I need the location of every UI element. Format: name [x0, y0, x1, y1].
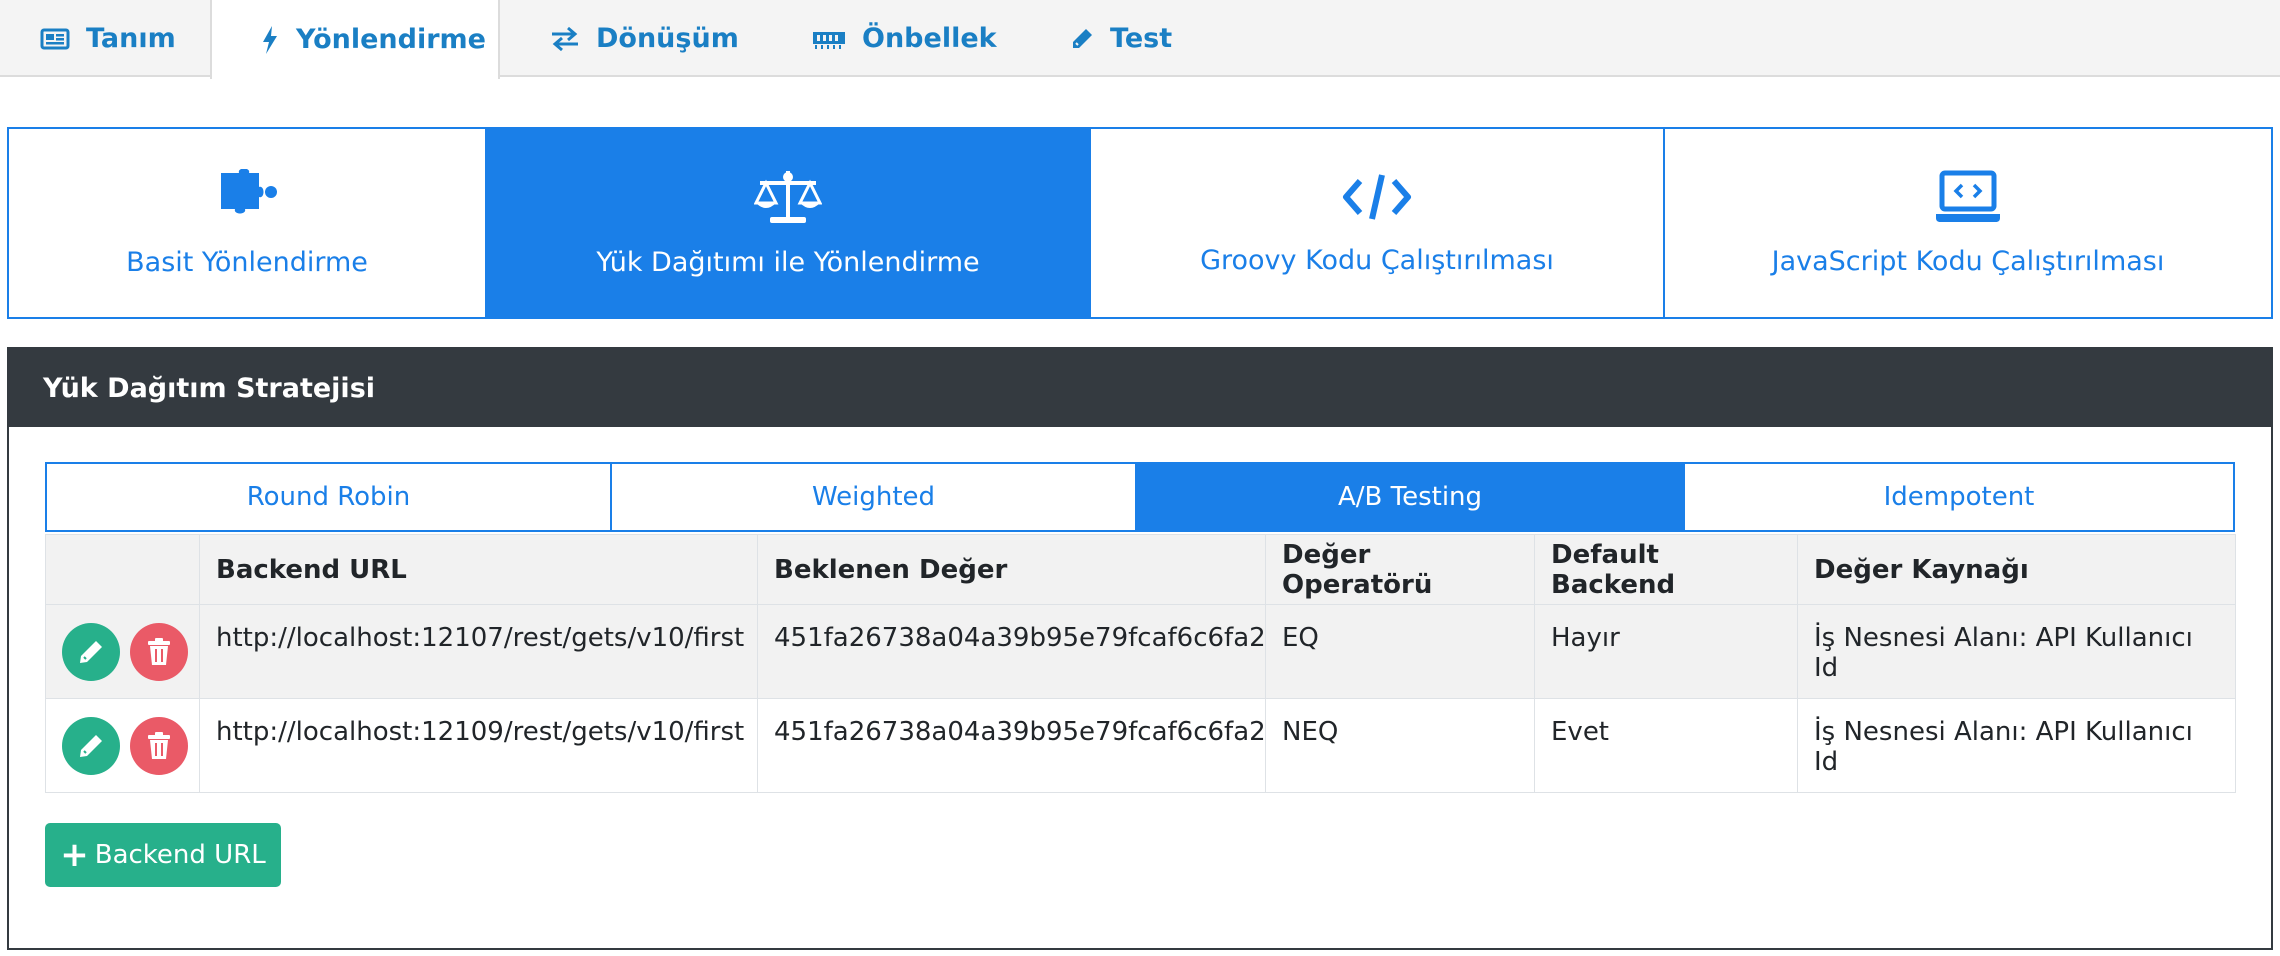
- plus-icon: +: [60, 835, 89, 875]
- balance-scale-icon: [754, 170, 822, 223]
- method-label: Yük Dağıtımı ile Yönlendirme: [596, 246, 980, 278]
- table-header-row: Backend URL Beklenen Değer Değer Operatö…: [45, 534, 2236, 605]
- column-header-actions: [45, 534, 200, 605]
- routing-method-selector: Basit Yönlendirme Yük Dağıtımı ile Yönle…: [7, 127, 2273, 319]
- tab-label: Yönlendirme: [296, 24, 486, 55]
- method-javascript-code[interactable]: JavaScript Kodu Çalıştırılması: [1665, 129, 2271, 317]
- column-header-value-source: Değer Kaynağı: [1797, 534, 2236, 605]
- column-header-default-backend: Default Backend: [1534, 534, 1798, 605]
- cell-default-backend: Evet: [1534, 698, 1798, 793]
- table-row: http://localhost:12109/rest/gets/v10/fir…: [45, 698, 2236, 793]
- row-actions: [45, 698, 200, 793]
- method-label: Groovy Kodu Çalıştırılması: [1200, 244, 1554, 276]
- laptop-code-icon: [1936, 170, 2000, 222]
- edit-button[interactable]: [62, 716, 120, 775]
- cell-expected-value: 451fa26738a04a39b95e79fcaf6c6fa2: [757, 698, 1266, 793]
- delete-button[interactable]: [130, 716, 189, 775]
- tab-label: Test: [1110, 23, 1173, 54]
- tab-label: Önbellek: [862, 23, 997, 54]
- tab-donusum[interactable]: Dönüşüm: [550, 0, 739, 77]
- top-tab-bar: Tanım Yönlendirme Dönüşüm Önbellek Test: [0, 0, 2280, 79]
- cell-operator: NEQ: [1265, 698, 1535, 793]
- bolt-icon: [263, 25, 277, 54]
- method-load-balanced-routing[interactable]: Yük Dağıtımı ile Yönlendirme: [487, 129, 1091, 317]
- column-header-operator: Değer Operatörü: [1265, 534, 1535, 605]
- method-label: Basit Yönlendirme: [126, 246, 368, 278]
- strategy-tab-round-robin[interactable]: Round Robin: [47, 464, 612, 530]
- method-groovy-code[interactable]: Groovy Kodu Çalıştırılması: [1091, 129, 1665, 317]
- delete-button[interactable]: [130, 622, 189, 681]
- backend-url-table: Backend URL Beklenen Değer Değer Operatö…: [45, 534, 2236, 793]
- pencil-icon: [1073, 28, 1092, 48]
- newspaper-icon: [40, 28, 70, 49]
- edit-button[interactable]: [62, 622, 120, 681]
- cell-default-backend: Hayır: [1534, 604, 1798, 699]
- code-icon: [1343, 173, 1411, 220]
- strategy-tab-weighted[interactable]: Weighted: [612, 464, 1137, 530]
- trash-icon: [148, 731, 171, 759]
- method-simple-routing[interactable]: Basit Yönlendirme: [9, 129, 487, 317]
- load-balancing-panel: Yük Dağıtım Stratejisi Round Robin Weigh…: [7, 347, 2273, 950]
- column-header-expected-value: Beklenen Değer: [757, 534, 1266, 605]
- tab-label: Tanım: [86, 23, 176, 54]
- cell-backend-url: http://localhost:12107/rest/gets/v10/fir…: [199, 604, 758, 699]
- table-row: http://localhost:12107/rest/gets/v10/fir…: [45, 604, 2236, 699]
- tab-test[interactable]: Test: [1070, 0, 1172, 77]
- pencil-icon: [80, 734, 102, 757]
- pencil-icon: [80, 640, 102, 663]
- strategy-tab-ab-testing[interactable]: A/B Testing: [1137, 464, 1685, 530]
- cell-value-source: İş Nesnesi Alanı: API Kullanıcı Id: [1797, 698, 2236, 793]
- tab-onbellek[interactable]: Önbellek: [812, 0, 997, 77]
- tab-yonlendirme[interactable]: Yönlendirme: [210, 0, 500, 79]
- panel-title: Yük Dağıtım Stratejisi: [9, 349, 2271, 427]
- exchange-icon: [552, 26, 578, 51]
- add-button-label: Backend URL: [94, 840, 266, 870]
- memory-icon: [813, 31, 845, 49]
- tab-label: Dönüşüm: [596, 23, 739, 54]
- column-header-backend-url: Backend URL: [199, 534, 758, 605]
- strategy-tab-idempotent[interactable]: Idempotent: [1685, 464, 2233, 530]
- cell-value-source: İş Nesnesi Alanı: API Kullanıcı Id: [1797, 604, 2236, 699]
- puzzle-icon: [221, 168, 277, 213]
- add-backend-url-button[interactable]: + Backend URL: [45, 823, 281, 887]
- trash-icon: [148, 637, 171, 665]
- cell-expected-value: 451fa26738a04a39b95e79fcaf6c6fa2: [757, 604, 1266, 699]
- strategy-tab-bar: Round Robin Weighted A/B Testing Idempot…: [45, 462, 2235, 532]
- tab-tanim[interactable]: Tanım: [40, 0, 176, 77]
- method-label: JavaScript Kodu Çalıştırılması: [1771, 245, 2165, 277]
- row-actions: [45, 604, 200, 699]
- cell-operator: EQ: [1265, 604, 1535, 699]
- cell-backend-url: http://localhost:12109/rest/gets/v10/fir…: [199, 698, 758, 793]
